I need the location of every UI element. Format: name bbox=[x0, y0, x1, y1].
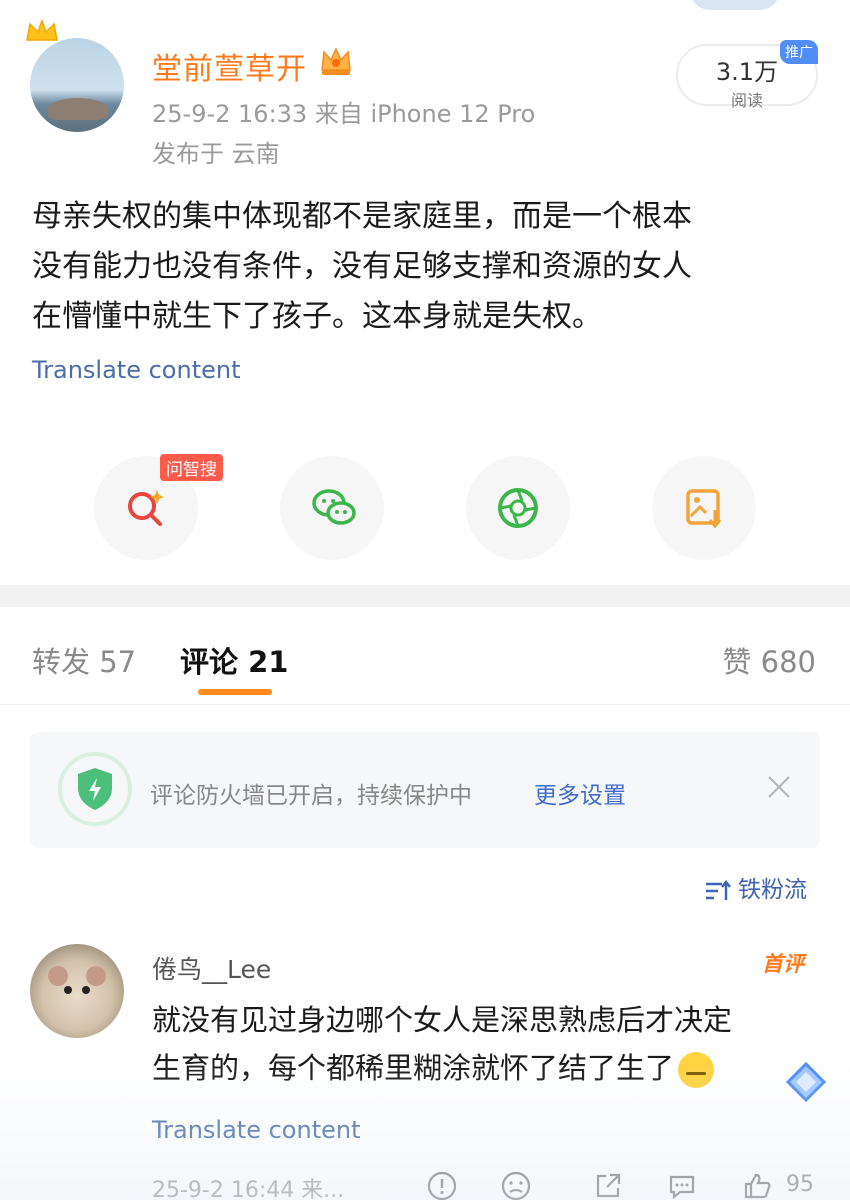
comment-like-count: 95 bbox=[786, 1172, 814, 1197]
wechat-share-button[interactable] bbox=[280, 456, 384, 560]
firewall-status: 评论防火墙已开启，持续保护中 bbox=[150, 783, 472, 809]
ai-search-badge: 问智搜 bbox=[160, 454, 223, 481]
author-name[interactable]: 堂前萱草开 bbox=[152, 44, 307, 88]
crown-icon bbox=[26, 18, 58, 41]
sweat-emoji-icon bbox=[678, 1052, 715, 1088]
tab-repost[interactable]: 转发 57 bbox=[32, 639, 136, 681]
post-line: 没有能力也没有条件，没有足够支撑和资源的女人 bbox=[32, 249, 692, 284]
comment-line: 生育的，每个都稀里糊涂就怀了结了生了 bbox=[152, 1051, 675, 1085]
author-avatar[interactable] bbox=[30, 38, 124, 132]
more-settings-link[interactable]: 更多设置 bbox=[534, 776, 626, 810]
search-sparkle-icon bbox=[128, 490, 164, 526]
post-meta: 25-9-2 16:33 来自 iPhone 12 Pro bbox=[152, 100, 536, 128]
vip-crown-icon bbox=[321, 47, 351, 75]
tab-likes[interactable]: 赞 680 bbox=[722, 639, 816, 681]
wechat-icon bbox=[312, 489, 356, 525]
active-tab-indicator bbox=[198, 689, 272, 695]
post-tabs: 转发 57 评论 21 赞 680 bbox=[0, 607, 850, 705]
emoji-react-icon[interactable] bbox=[500, 1170, 532, 1200]
read-label: 阅读 bbox=[730, 91, 763, 110]
commenter-avatar[interactable] bbox=[30, 944, 124, 1038]
save-image-button[interactable] bbox=[652, 456, 756, 560]
sort-button[interactable]: 铁粉流 bbox=[704, 870, 807, 904]
comment-meta: 25-9-2 16:44 来... bbox=[152, 1178, 345, 1200]
post-line: 在懵懂中就生下了孩子。这本身就是失权。 bbox=[32, 299, 602, 334]
comment-body: 就没有见过身边哪个女人是深思熟虑后才决定 生育的，每个都稀里糊涂就怀了结了生了 bbox=[152, 996, 812, 1092]
diamond-icon bbox=[785, 1061, 827, 1103]
shutter-icon bbox=[498, 488, 538, 528]
comment-firewall-banner: 评论防火墙已开启，持续保护中 更多设置 bbox=[30, 732, 820, 848]
comment-line: 就没有见过身边哪个女人是深思熟虑后才决定 bbox=[152, 1003, 733, 1037]
shield-icon bbox=[58, 752, 132, 826]
translate-comment-link[interactable]: Translate content bbox=[152, 1116, 361, 1144]
sort-icon bbox=[706, 879, 731, 900]
reply-icon[interactable] bbox=[666, 1170, 698, 1200]
image-download-icon bbox=[686, 489, 722, 529]
first-comment-badge: 首评 bbox=[762, 952, 804, 976]
sort-label: 铁粉流 bbox=[738, 877, 807, 903]
promo-badge[interactable]: 推广 bbox=[780, 40, 818, 64]
post-card: 堂前萱草开 25-9-2 16:33 来自 iPhone 12 Pro 发布于 … bbox=[0, 0, 850, 585]
share-icon[interactable] bbox=[592, 1170, 624, 1200]
post-body: 母亲失权的集中体现都不是家庭里，而是一个根本 没有能力也没有条件，没有足够支撑和… bbox=[32, 192, 822, 342]
post-location: 发布于 云南 bbox=[152, 140, 280, 168]
report-icon[interactable] bbox=[426, 1170, 458, 1200]
read-count-pill[interactable]: 3.1万 阅读 推广 bbox=[676, 40, 818, 110]
section-divider bbox=[0, 585, 850, 607]
like-icon[interactable] bbox=[742, 1170, 774, 1200]
post-line: 母亲失权的集中体现都不是家庭里，而是一个根本 bbox=[32, 199, 692, 234]
commenter-name[interactable]: 倦鸟__Lee bbox=[152, 950, 271, 986]
comment-item: 倦鸟__Lee 首评 就没有见过身边哪个女人是深思熟虑后才决定 生育的，每个都稀… bbox=[0, 930, 850, 1200]
top-decoration bbox=[690, 0, 780, 10]
tab-comments[interactable]: 评论 21 bbox=[180, 639, 288, 681]
moments-share-button[interactable] bbox=[466, 456, 570, 560]
translate-post-link[interactable]: Translate content bbox=[32, 356, 241, 384]
close-icon[interactable] bbox=[764, 772, 794, 802]
